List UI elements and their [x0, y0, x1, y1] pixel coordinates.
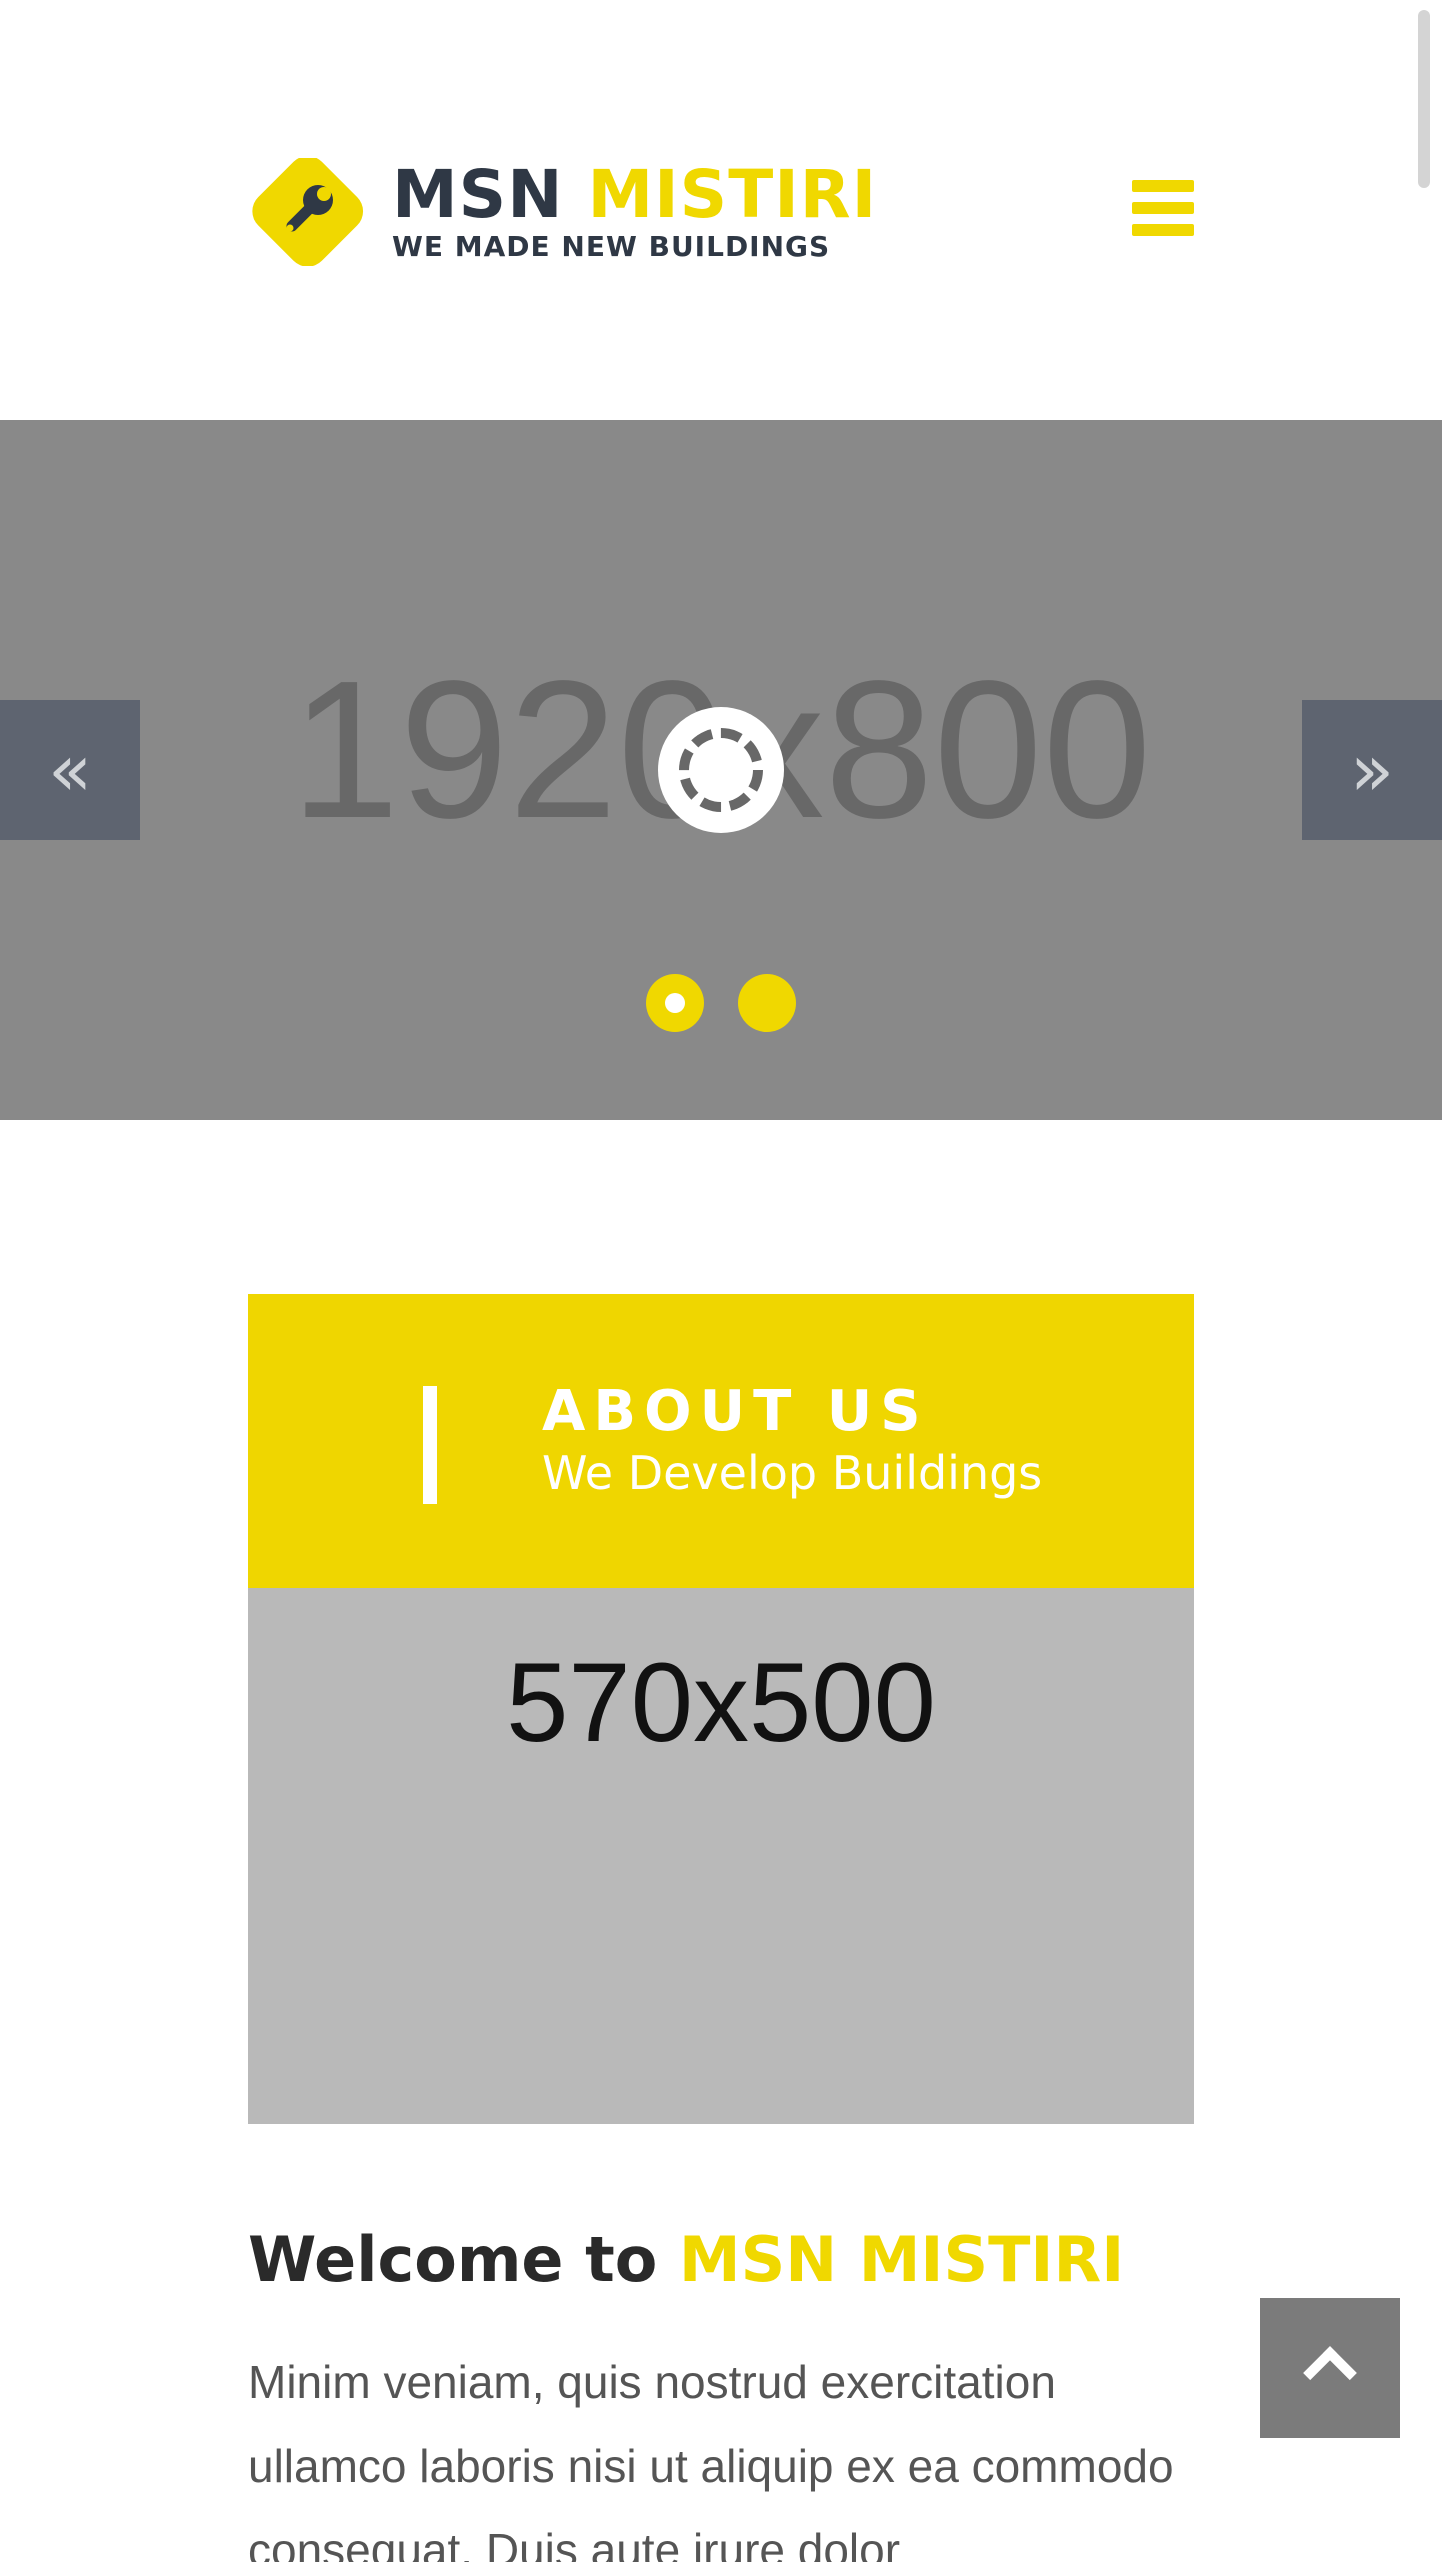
- slider-prev-button[interactable]: «: [0, 700, 140, 840]
- about-title: ABOUT US: [542, 1379, 929, 1444]
- logo-tagline: WE MADE NEW BUILDINGS: [392, 229, 831, 263]
- slider-dot-1[interactable]: [646, 974, 704, 1032]
- loading-spinner-icon: [658, 707, 784, 833]
- about-header-card: ABOUT US We Develop Buildings: [248, 1294, 1194, 1588]
- logo-brand-mistiri: MISTIRI: [587, 155, 878, 233]
- logo-brand-msn: MSN: [392, 155, 564, 233]
- spinner-ring: [679, 728, 763, 812]
- hamburger-menu-icon[interactable]: [1132, 180, 1194, 236]
- welcome-prefix: Welcome to: [248, 2223, 658, 2296]
- slider-dot-2[interactable]: [738, 974, 796, 1032]
- double-chevron-left-icon: «: [47, 728, 93, 812]
- site-logo[interactable]: MSN MISTIRI WE MADE NEW BUILDINGS: [248, 158, 877, 266]
- about-accent-bar: [423, 1386, 437, 1504]
- menu-bar: [1132, 202, 1194, 214]
- back-to-top-button[interactable]: [1260, 2298, 1400, 2438]
- about-subtitle: We Develop Buildings: [542, 1446, 1043, 1500]
- chevron-up-icon: [1303, 2346, 1357, 2400]
- wrench-logo-icon: [252, 158, 364, 266]
- logo-brand: MSN MISTIRI: [392, 161, 877, 228]
- welcome-brand: MSN MISTIRI: [678, 2223, 1125, 2296]
- welcome-heading: Welcome to MSN MISTIRI: [248, 2222, 1124, 2298]
- about-image: 570x500: [248, 1588, 1194, 2124]
- double-chevron-right-icon: »: [1349, 728, 1395, 812]
- about-image-placeholder-text: 570x500: [506, 1640, 936, 1765]
- slider-next-button[interactable]: »: [1302, 700, 1442, 840]
- site-header: MSN MISTIRI WE MADE NEW BUILDINGS: [0, 0, 1442, 420]
- slider-pagination: [646, 974, 796, 1032]
- scrollbar-thumb[interactable]: [1418, 10, 1430, 188]
- logo-text: MSN MISTIRI WE MADE NEW BUILDINGS: [392, 161, 877, 263]
- menu-bar: [1132, 180, 1194, 192]
- welcome-paragraph: Minim veniam, quis nostrud exercitation …: [248, 2356, 1174, 2562]
- hero-slider: 1920x800 « »: [0, 420, 1442, 1120]
- menu-bar: [1132, 224, 1194, 236]
